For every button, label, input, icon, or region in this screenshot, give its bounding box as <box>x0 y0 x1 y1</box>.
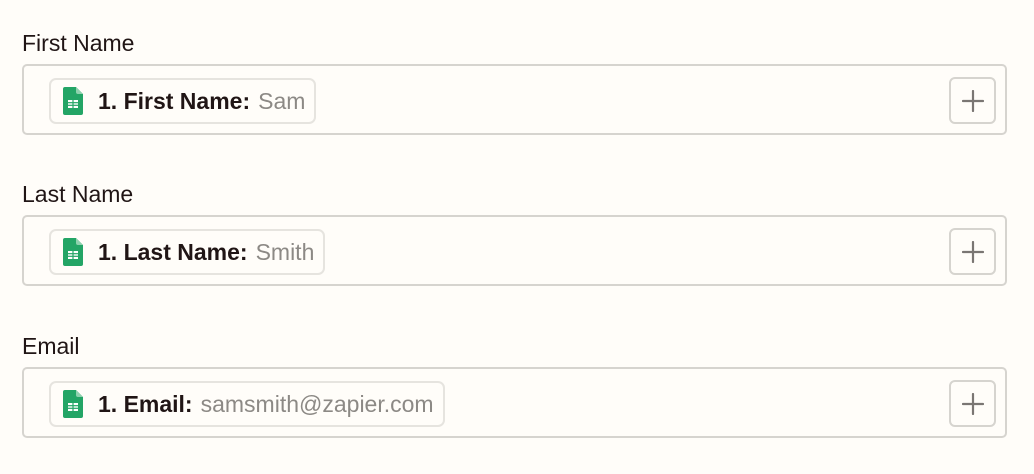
field-label: Last Name <box>22 181 134 207</box>
field-label: First Name <box>22 30 135 56</box>
mapped-field-pill[interactable]: 1. First Name: Sam <box>49 78 317 124</box>
insert-data-button[interactable] <box>949 380 996 427</box>
plus-icon <box>961 89 984 112</box>
pill-key: 1. Last Name: <box>98 238 248 265</box>
field-first-name: First Name 1. First Name: Sam <box>22 29 1009 135</box>
field-label: Email <box>22 333 80 359</box>
pill-key: 1. Email: <box>98 390 193 417</box>
insert-data-button[interactable] <box>949 77 996 124</box>
mapped-field-pill[interactable]: 1. Last Name: Smith <box>49 229 326 275</box>
field-email: Email 1. Email: samsmith@zapier.com <box>22 332 1009 438</box>
google-sheets-icon <box>63 238 83 266</box>
mapped-field-pill[interactable]: 1. Email: samsmith@zapier.com <box>49 381 445 427</box>
pill-key: 1. First Name: <box>98 87 251 114</box>
google-sheets-icon <box>63 390 83 418</box>
google-sheets-icon <box>63 87 83 115</box>
pill-value: Smith <box>255 238 315 265</box>
first-name-input[interactable]: 1. First Name: Sam <box>22 64 1007 135</box>
pill-value: samsmith@zapier.com <box>200 390 434 417</box>
email-input[interactable]: 1. Email: samsmith@zapier.com <box>22 367 1007 438</box>
plus-icon <box>961 240 984 263</box>
plus-icon <box>961 392 984 415</box>
insert-data-button[interactable] <box>949 228 996 275</box>
last-name-input[interactable]: 1. Last Name: Smith <box>22 215 1007 286</box>
field-last-name: Last Name 1. Last Name: Smith <box>22 180 1009 286</box>
pill-value: Sam <box>258 87 306 114</box>
